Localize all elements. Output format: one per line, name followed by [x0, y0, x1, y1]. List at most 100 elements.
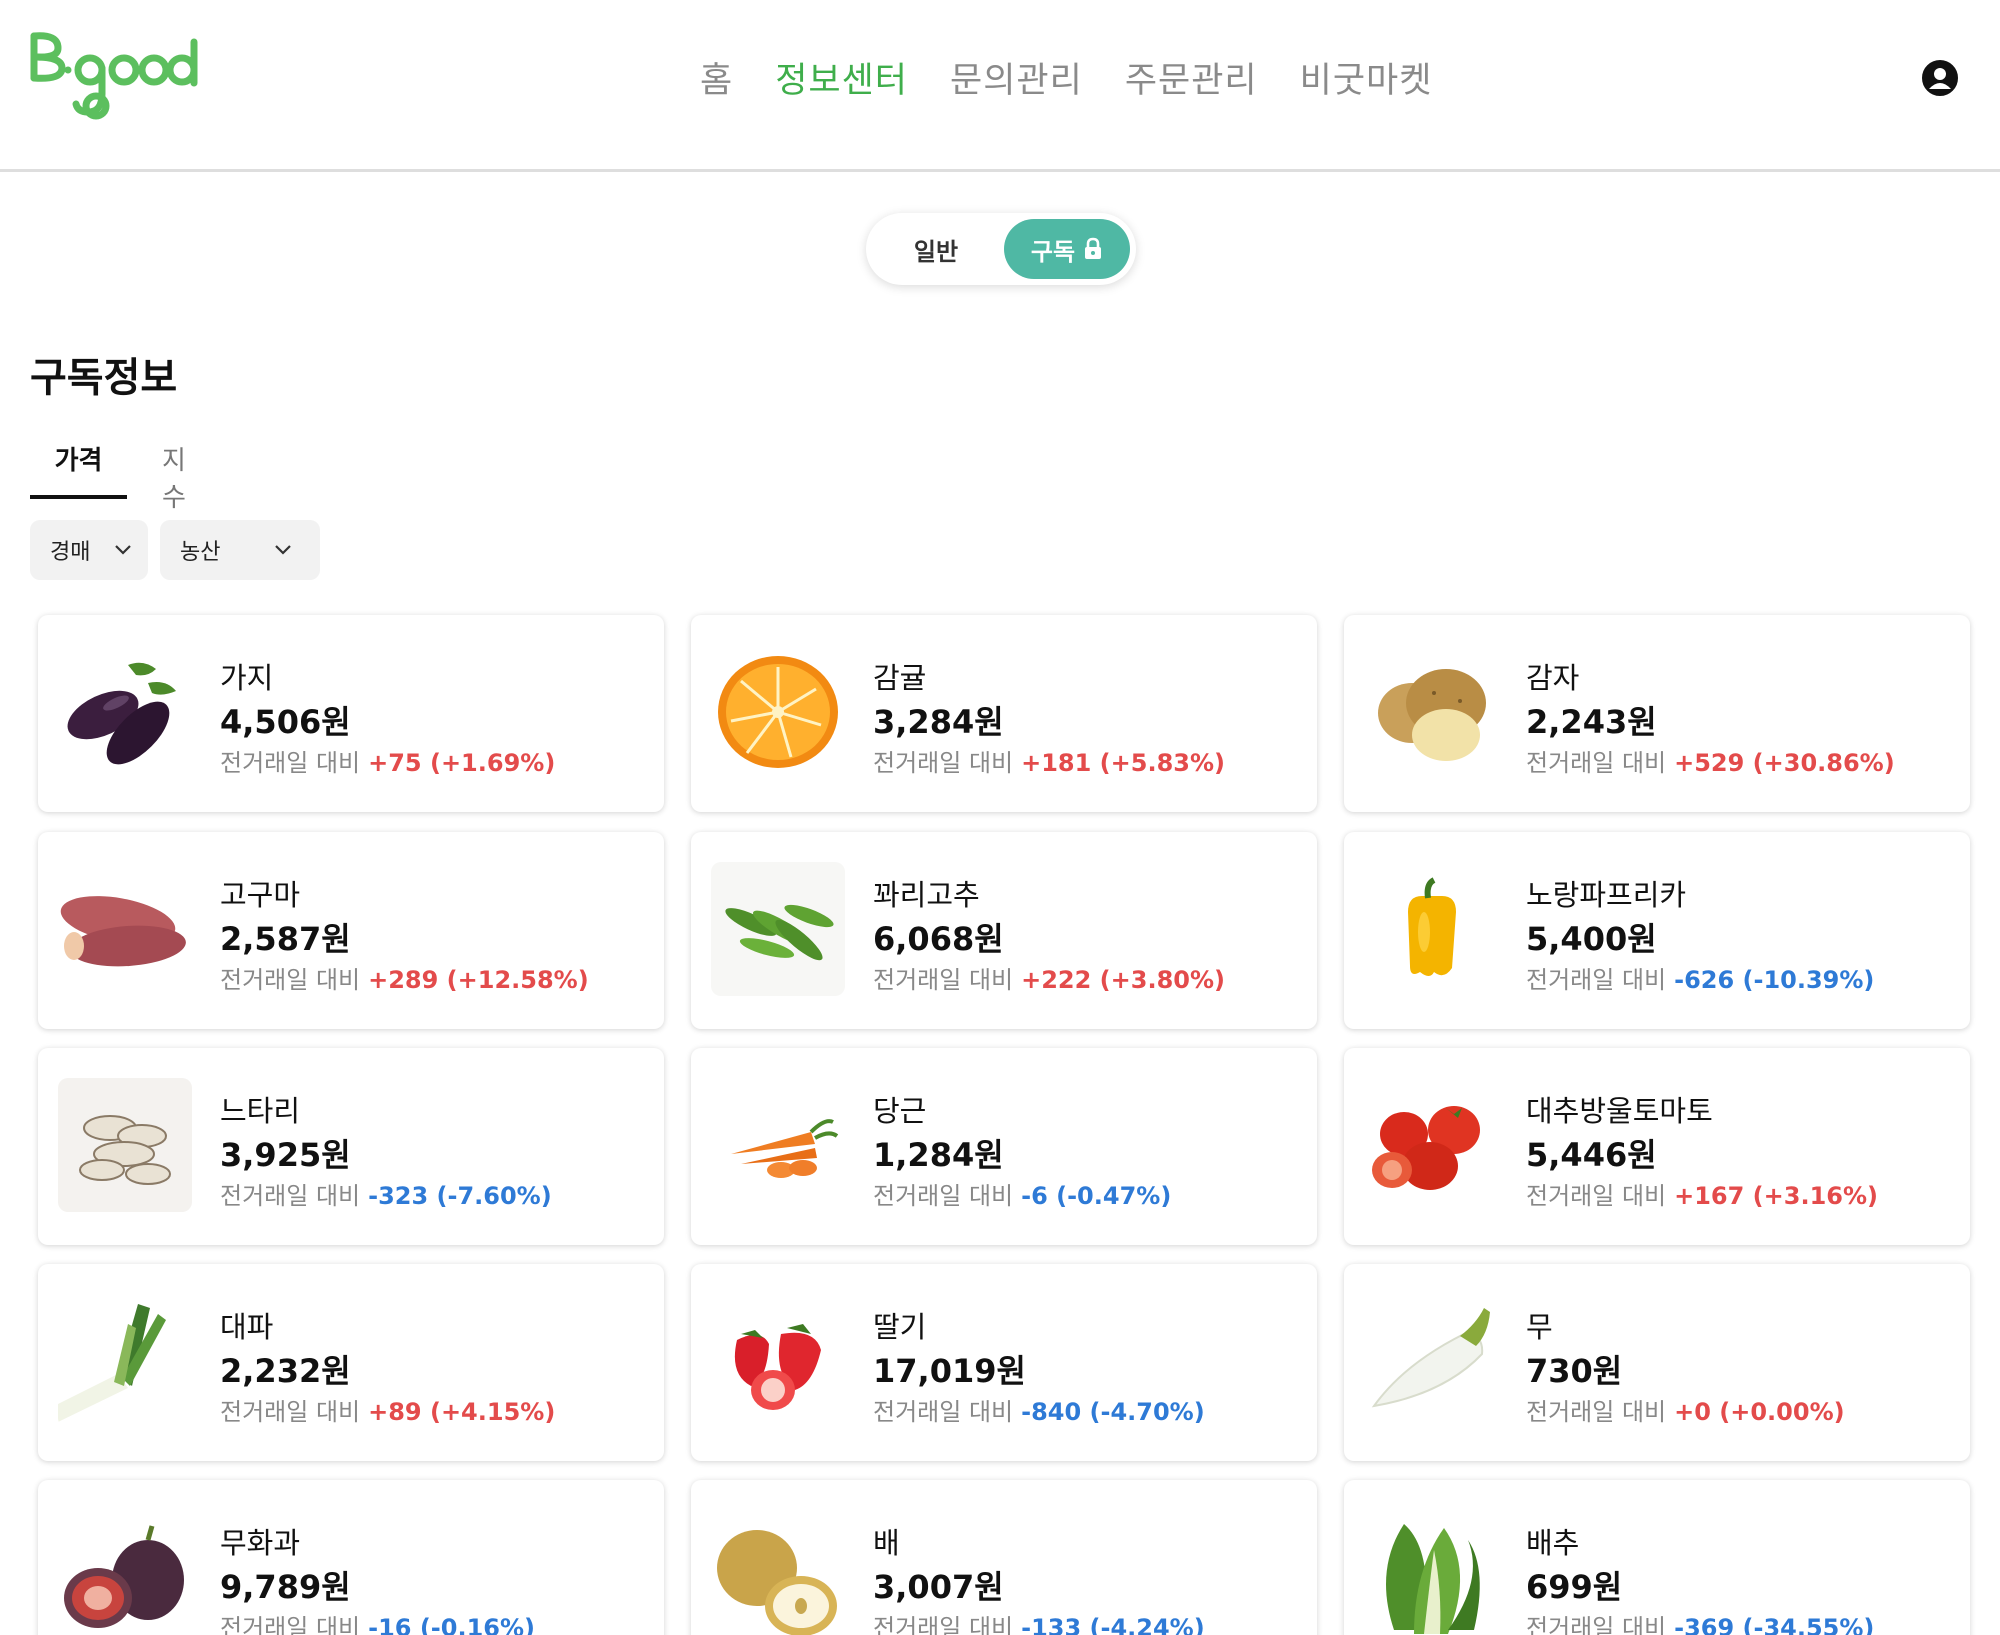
- product-name: 배추: [1526, 1526, 1580, 1560]
- change-label: 전거래일 대비: [1526, 1614, 1667, 1635]
- price-card[interactable]: 감자 2,243원 전거래일 대비 +529 (+30.86%): [1344, 615, 1970, 812]
- price-card[interactable]: 느타리 3,925원 전거래일 대비 -323 (-7.60%): [38, 1048, 664, 1245]
- price-card[interactable]: 배 3,007원 전거래일 대비 -133 (-4.24%): [691, 1480, 1317, 1635]
- price-card[interactable]: 대추방울토마토 5,446원 전거래일 대비 +167 (+3.16%): [1344, 1048, 1970, 1245]
- change-label: 전거래일 대비: [873, 1182, 1014, 1210]
- product-price: 2,243원: [1526, 703, 1657, 741]
- price-card[interactable]: 대파 2,232원 전거래일 대비 +89 (+4.15%): [38, 1264, 664, 1461]
- category-select[interactable]: 농산: [160, 520, 320, 580]
- change-value: -323 (-7.60%): [368, 1182, 552, 1210]
- product-name: 당근: [873, 1094, 927, 1128]
- strawberry-image: [711, 1294, 845, 1428]
- product-name: 무화과: [220, 1526, 301, 1560]
- product-price: 1,284원: [873, 1136, 1004, 1174]
- oyster-mushroom-image: [58, 1078, 192, 1212]
- lock-icon: [1085, 237, 1102, 259]
- tab-index[interactable]: 지수: [162, 440, 186, 532]
- product-name: 가지: [220, 661, 274, 695]
- change-label: 전거래일 대비: [1526, 966, 1667, 994]
- product-price: 3,925원: [220, 1136, 351, 1174]
- product-name: 감자: [1526, 661, 1580, 695]
- change-value: +89 (+4.15%): [368, 1398, 556, 1426]
- price-card[interactable]: 배추 699원전거래일 대비 -369 (-34.55%): [1344, 1480, 1970, 1635]
- price-card[interactable]: 무 730원 전거래일 대비 +0 (+0.00%): [1344, 1264, 1970, 1461]
- nav-bgood-market[interactable]: 비굿마켓: [1300, 52, 1433, 103]
- market-select[interactable]: 경매: [30, 520, 148, 580]
- category-select-value: 농산: [180, 540, 221, 565]
- change-value: -369 (-34.55%): [1674, 1614, 1875, 1635]
- price-card[interactable]: 당근 1,284원전거래일 대비 -6 (-0.47%): [691, 1048, 1317, 1245]
- price-card[interactable]: 고구마 2,587원 전거래일 대비 +289 (+12.58%): [38, 832, 664, 1029]
- yellow-paprika-image: [1364, 862, 1498, 996]
- price-card[interactable]: 노랑파프리카 5,400원 전거래일 대비 -626 (-10.39%): [1344, 832, 1970, 1029]
- change-label: 전거래일 대비: [873, 749, 1014, 777]
- change-value: -626 (-10.39%): [1674, 966, 1875, 994]
- change-value: -840 (-4.70%): [1021, 1398, 1205, 1426]
- nav-order-management[interactable]: 주문관리: [1125, 52, 1258, 103]
- user-circle-icon[interactable]: [1922, 60, 1958, 96]
- cherry-tomato-image: [1364, 1078, 1498, 1212]
- general-toggle-button[interactable]: 일반: [872, 219, 1000, 279]
- pear-image: [711, 1510, 845, 1635]
- sweet-potato-image: [58, 862, 192, 996]
- price-change: 전거래일 대비 -840 (-4.70%): [873, 1392, 1205, 1427]
- product-price: 3,284원: [873, 703, 1004, 741]
- product-name: 대추방울토마토: [1526, 1094, 1713, 1128]
- nav-home[interactable]: 홈: [700, 52, 733, 103]
- product-price: 9,789원: [220, 1568, 351, 1606]
- shishito-pepper-image: [711, 862, 845, 996]
- product-price: 4,506원: [220, 703, 351, 741]
- price-change: 전거래일 대비 -626 (-10.39%): [1526, 960, 1874, 995]
- price-change: 전거래일 대비 +167 (+3.16%): [1526, 1176, 1878, 1211]
- main-nav: 홈 정보센터 문의관리 주문관리 비굿마켓: [700, 52, 1432, 103]
- price-change: 전거래일 대비 +75 (+1.69%): [220, 743, 555, 778]
- price-change: 전거래일 대비 -369 (-34.55%): [1526, 1608, 1874, 1635]
- product-name: 꽈리고추: [873, 878, 980, 912]
- price-change: 전거래일 대비 -323 (-7.60%): [220, 1176, 552, 1211]
- price-card[interactable]: 무화과 9,789원전거래일 대비 -16 (-0.16%): [38, 1480, 664, 1635]
- eggplant-image: [58, 645, 192, 779]
- price-change: 전거래일 대비 -133 (-4.24%): [873, 1608, 1205, 1635]
- page-title: 구독정보: [30, 355, 178, 401]
- change-value: +222 (+3.80%): [1021, 966, 1225, 994]
- product-name: 느타리: [220, 1094, 301, 1128]
- product-price: 699원: [1526, 1568, 1623, 1606]
- change-value: -133 (-4.24%): [1021, 1614, 1205, 1635]
- change-value: +75 (+1.69%): [368, 749, 556, 777]
- price-card[interactable]: 딸기 17,019원 전거래일 대비 -840 (-4.70%): [691, 1264, 1317, 1461]
- radish-image: [1364, 1294, 1498, 1428]
- price-card[interactable]: 감귤 3,284원 전거래일 대비 +181 (+5.83%): [691, 615, 1317, 812]
- price-card[interactable]: 꽈리고추 6,068원 전거래일 대비 +222 (+3.80%): [691, 832, 1317, 1029]
- price-change: 전거래일 대비 +222 (+3.80%): [873, 960, 1225, 995]
- change-value: -6 (-0.47%): [1021, 1182, 1172, 1210]
- change-label: 전거래일 대비: [873, 1398, 1014, 1426]
- tangerine-image: [711, 645, 845, 779]
- price-card[interactable]: 가지 4,506원 전거래일 대비 +75 (+1.69%): [38, 615, 664, 812]
- change-value: +529 (+30.86%): [1674, 749, 1895, 777]
- change-label: 전거래일 대비: [1526, 749, 1667, 777]
- change-label: 전거래일 대비: [873, 966, 1014, 994]
- nav-inquiry-management[interactable]: 문의관리: [950, 52, 1083, 103]
- change-value: +167 (+3.16%): [1674, 1182, 1878, 1210]
- change-value: -16 (-0.16%): [368, 1614, 535, 1635]
- bgood-logo[interactable]: [28, 28, 203, 123]
- product-name: 무: [1526, 1310, 1553, 1344]
- chevron-down-icon: [115, 545, 131, 555]
- tab-price[interactable]: 가격: [30, 440, 127, 499]
- napa-cabbage-image: [1364, 1510, 1498, 1635]
- price-change: 전거래일 대비 +181 (+5.83%): [873, 743, 1225, 778]
- green-onion-image: [58, 1294, 192, 1428]
- nav-info-center[interactable]: 정보센터: [775, 52, 908, 103]
- subscription-toggle-label: 구독: [1030, 237, 1076, 266]
- market-select-value: 경매: [50, 540, 91, 565]
- price-change: 전거래일 대비 +529 (+30.86%): [1526, 743, 1895, 778]
- product-price: 5,400원: [1526, 920, 1657, 958]
- subscription-toggle-button[interactable]: 구독: [1004, 219, 1130, 279]
- change-label: 전거래일 대비: [873, 1614, 1014, 1635]
- product-name: 고구마: [220, 878, 301, 912]
- price-change: 전거래일 대비 -16 (-0.16%): [220, 1608, 535, 1635]
- change-label: 전거래일 대비: [220, 1614, 361, 1635]
- price-change: 전거래일 대비 +89 (+4.15%): [220, 1392, 555, 1427]
- change-label: 전거래일 대비: [1526, 1182, 1667, 1210]
- carrot-image: [711, 1078, 845, 1212]
